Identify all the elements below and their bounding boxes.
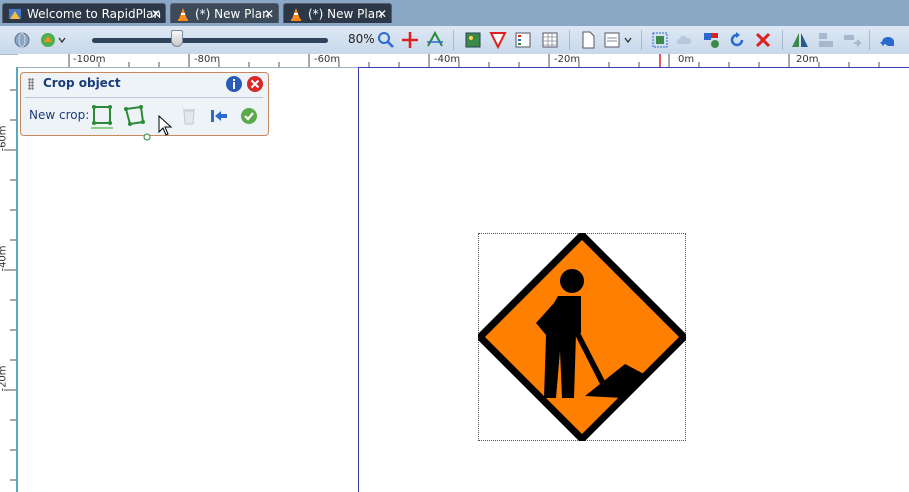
tab-label: Welcome to RapidPlan bbox=[27, 7, 162, 21]
delete-crop-icon[interactable] bbox=[179, 106, 199, 126]
close-icon[interactable]: ✕ bbox=[264, 4, 274, 24]
table-icon[interactable] bbox=[540, 30, 560, 50]
toolbar bbox=[0, 26, 909, 55]
ruler-label: -40m bbox=[434, 54, 461, 65]
ruler-label: -60m bbox=[0, 125, 9, 152]
undo-icon[interactable] bbox=[878, 30, 898, 50]
page-boundary bbox=[358, 67, 909, 68]
panel-anchor-handle[interactable] bbox=[143, 133, 151, 141]
ruler-label: -80m bbox=[194, 54, 221, 65]
tab-welcome[interactable]: Welcome to RapidPlan ✕ bbox=[2, 3, 166, 23]
new-crop-label: New crop: bbox=[29, 108, 90, 122]
mouse-cursor-icon bbox=[158, 115, 173, 136]
insert-image-icon[interactable] bbox=[463, 30, 483, 50]
delete-icon[interactable] bbox=[753, 30, 773, 50]
page-boundary bbox=[358, 67, 359, 492]
polygon-crop-icon[interactable] bbox=[122, 104, 146, 128]
traffic-cone-icon bbox=[291, 8, 301, 21]
measure-icon[interactable] bbox=[425, 30, 445, 50]
align-icon[interactable] bbox=[816, 30, 836, 50]
select-group-icon[interactable] bbox=[650, 30, 670, 50]
ruler-label: -100m bbox=[73, 54, 106, 65]
drag-handle-icon[interactable] bbox=[28, 78, 34, 90]
rotate-icon[interactable] bbox=[727, 30, 747, 50]
zoom-slider-thumb[interactable] bbox=[171, 30, 183, 47]
zoom-icon[interactable] bbox=[376, 30, 396, 50]
pan-cross-icon[interactable] bbox=[400, 30, 420, 50]
flip-icon[interactable] bbox=[790, 30, 810, 50]
legend-icon[interactable] bbox=[513, 30, 533, 50]
tab-new-plan-2[interactable]: (*) New Plan ✕ bbox=[283, 3, 392, 23]
crop-object-panel: Crop object New crop: bbox=[20, 72, 269, 136]
close-icon[interactable]: ✕ bbox=[151, 4, 161, 24]
apply-crop-icon[interactable] bbox=[239, 106, 259, 126]
ruler-label: -20m bbox=[554, 54, 581, 65]
traffic-cone-icon bbox=[178, 8, 188, 21]
close-icon[interactable]: ✕ bbox=[377, 4, 387, 24]
road-work-sign-image[interactable] bbox=[478, 233, 686, 441]
ruler-label: -20m bbox=[0, 365, 9, 392]
toolbar-separator bbox=[641, 30, 642, 50]
rapidplan-logo-icon bbox=[9, 9, 21, 19]
tab-label: (*) New Plan bbox=[195, 7, 270, 21]
ruler-label: -60m bbox=[314, 54, 341, 65]
page-setup-icon[interactable] bbox=[602, 30, 634, 50]
toolbar-separator bbox=[782, 30, 783, 50]
cloud-icon[interactable] bbox=[675, 30, 695, 50]
sign-icon[interactable] bbox=[488, 30, 508, 50]
info-icon[interactable] bbox=[225, 75, 243, 93]
horizontal-ruler-ticks bbox=[68, 54, 880, 67]
shapes-icon[interactable] bbox=[701, 30, 721, 50]
new-page-icon[interactable] bbox=[578, 30, 598, 50]
panel-title: Crop object bbox=[43, 76, 121, 90]
rectangle-crop-icon[interactable] bbox=[90, 104, 114, 130]
tab-label: (*) New Plan bbox=[308, 7, 383, 21]
toolbar-separator bbox=[869, 30, 870, 50]
distribute-icon[interactable] bbox=[842, 30, 862, 50]
close-icon[interactable] bbox=[246, 75, 264, 93]
zoom-slider[interactable] bbox=[92, 38, 328, 43]
ruler-label: -40m bbox=[0, 245, 9, 272]
toolbar-separator bbox=[453, 30, 454, 50]
globe-icon[interactable] bbox=[12, 30, 32, 50]
tab-new-plan-1[interactable]: (*) New Plan ✕ bbox=[170, 3, 279, 23]
layers-dropdown-icon[interactable] bbox=[38, 30, 68, 50]
ruler-label: 20m bbox=[796, 54, 819, 65]
zoom-level: 80% bbox=[348, 32, 375, 46]
reset-crop-icon[interactable] bbox=[209, 106, 229, 126]
ruler-label: 0m bbox=[678, 54, 695, 65]
tab-bar: Welcome to RapidPlan ✕ (*) New Plan ✕ (*… bbox=[0, 0, 909, 26]
toolbar-separator bbox=[569, 30, 570, 50]
divider bbox=[25, 97, 263, 98]
